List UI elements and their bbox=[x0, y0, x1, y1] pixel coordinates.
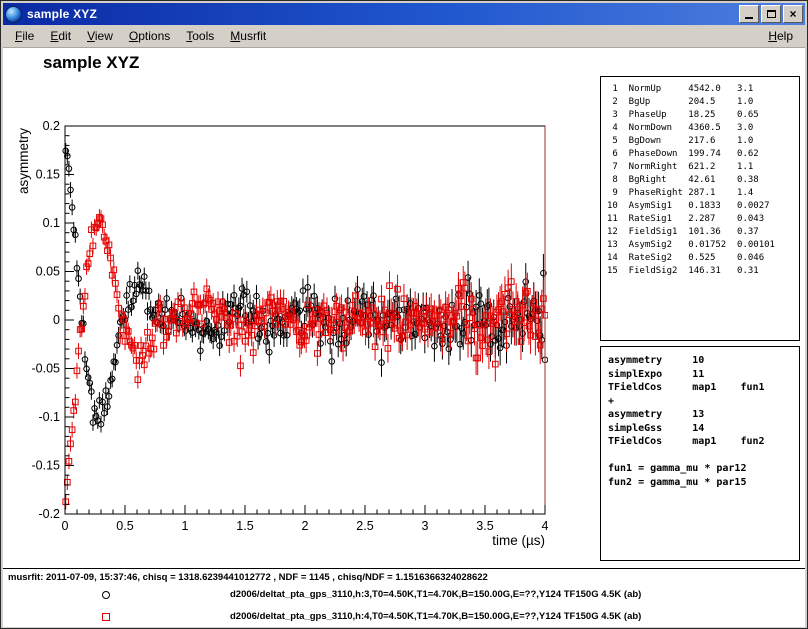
y-tick-label: 0.2 bbox=[43, 119, 60, 133]
parameter-row: 5 BgDown 217.6 1.0 bbox=[607, 135, 799, 148]
theory-line: fun2 = gamma_mu * par15 bbox=[608, 476, 799, 490]
series-red-squares bbox=[63, 209, 548, 509]
maximize-icon bbox=[767, 10, 776, 18]
minimize-button[interactable] bbox=[739, 5, 759, 23]
parameter-row: 12 FieldSig1 101.36 0.37 bbox=[607, 226, 799, 239]
theory-box: asymmetry 10simplExpo 11TFieldCos map1 f… bbox=[600, 346, 800, 561]
theory-line: fun1 = gamma_mu * par12 bbox=[608, 462, 799, 476]
menu-musrfit[interactable]: Musrfit bbox=[222, 26, 274, 46]
parameter-row: 9 PhaseRight 287.1 1.4 bbox=[607, 187, 799, 200]
x-tick-label: 3 bbox=[422, 519, 429, 533]
x-tick-label: 1.5 bbox=[236, 519, 253, 533]
menu-tools[interactable]: Tools bbox=[178, 26, 222, 46]
window-title: sample XYZ bbox=[27, 7, 737, 21]
maximize-button[interactable] bbox=[761, 5, 781, 23]
y-tick-label: -0.2 bbox=[38, 507, 60, 521]
menu-view[interactable]: View bbox=[79, 26, 121, 46]
close-icon: × bbox=[789, 8, 796, 20]
parameter-row: 2 BgUp 204.5 1.0 bbox=[607, 96, 799, 109]
y-axis-title: asymmetry bbox=[16, 128, 31, 194]
theory-line: TFieldCos map1 fun2 bbox=[608, 435, 799, 449]
x-tick-label: 2 bbox=[302, 519, 309, 533]
app-icon bbox=[5, 6, 22, 23]
legend-marker-square bbox=[102, 613, 110, 621]
parameter-row: 14 RateSig2 0.525 0.046 bbox=[607, 252, 799, 265]
legend-marker-circle bbox=[102, 591, 110, 599]
x-tick-label: 3.5 bbox=[476, 519, 493, 533]
y-tick-label: -0.1 bbox=[38, 410, 60, 424]
minimize-icon bbox=[745, 17, 753, 19]
theory-line: simpleGss 14 bbox=[608, 422, 799, 436]
menu-help[interactable]: Help bbox=[760, 26, 801, 46]
menu-file[interactable]: File bbox=[7, 26, 42, 46]
parameter-row: 11 RateSig1 2.287 0.043 bbox=[607, 213, 799, 226]
theory-line: + bbox=[608, 395, 799, 409]
y-tick-label: 0 bbox=[53, 313, 60, 327]
parameter-row: 3 PhaseUp 18.25 0.65 bbox=[607, 109, 799, 122]
theory-line: asymmetry 10 bbox=[608, 354, 799, 368]
canvas-area: sample XYZ 0.20.150.10.050-0.05-0.1-0.15… bbox=[3, 48, 805, 627]
y-tick-label: 0.05 bbox=[36, 265, 60, 279]
app-window: sample XYZ × FileEditViewOptionsToolsMus… bbox=[0, 0, 808, 629]
theory-line: simplExpo 11 bbox=[608, 368, 799, 382]
x-tick-label: 2.5 bbox=[356, 519, 373, 533]
theory-line: TFieldCos map1 fun1 bbox=[608, 381, 799, 395]
title-bar[interactable]: sample XYZ × bbox=[3, 3, 805, 25]
x-tick-label: 4 bbox=[542, 519, 549, 533]
x-axis-title: time (µs) bbox=[492, 533, 545, 548]
y-tick-label: 0.15 bbox=[36, 168, 60, 182]
parameter-row: 6 PhaseDown 199.74 0.62 bbox=[607, 148, 799, 161]
parameter-row: 1 NormUp 4542.0 3.1 bbox=[607, 83, 799, 96]
parameter-row: 7 NormRight 621.2 1.1 bbox=[607, 161, 799, 174]
parameter-row: 10 AsymSig1 0.1833 0.0027 bbox=[607, 200, 799, 213]
menu-bar: FileEditViewOptionsToolsMusrfit Help bbox=[3, 25, 805, 48]
x-tick-label: 0 bbox=[62, 519, 69, 533]
fit-status-line: musrfit: 2011-07-09, 15:37:46, chisq = 1… bbox=[8, 572, 488, 583]
legend-label: d2006/deltat_pta_gps_3110,h:3,T0=4.50K,T… bbox=[230, 589, 641, 600]
y-tick-label: -0.15 bbox=[32, 459, 61, 473]
parameter-row: 4 NormDown 4360.5 3.0 bbox=[607, 122, 799, 135]
series-black-circles bbox=[63, 143, 548, 433]
theory-line bbox=[608, 449, 799, 463]
legend-entry: d2006/deltat_pta_gps_3110,h:3,T0=4.50K,T… bbox=[3, 588, 805, 606]
x-tick-label: 0.5 bbox=[116, 519, 133, 533]
plot-data-layer bbox=[63, 143, 548, 510]
x-tick-label: 1 bbox=[182, 519, 189, 533]
legend-label: d2006/deltat_pta_gps_3110,h:4,T0=4.50K,T… bbox=[230, 611, 641, 622]
theory-line: asymmetry 13 bbox=[608, 408, 799, 422]
y-tick-label: 0.1 bbox=[43, 216, 60, 230]
parameter-row: 15 FieldSig2 146.31 0.31 bbox=[607, 265, 799, 278]
close-button[interactable]: × bbox=[783, 5, 803, 23]
parameter-box: 1 NormUp 4542.0 3.1 2 BgUp 204.5 1.0 3 P… bbox=[600, 76, 800, 341]
menu-edit[interactable]: Edit bbox=[42, 26, 79, 46]
parameter-row: 8 BgRight 42.61 0.38 bbox=[607, 174, 799, 187]
menu-options[interactable]: Options bbox=[121, 26, 178, 46]
y-tick-label: -0.05 bbox=[32, 362, 61, 376]
parameter-row: 13 AsymSig2 0.01752 0.00101 bbox=[607, 239, 799, 252]
footer-separator bbox=[3, 568, 805, 569]
legend-entry: d2006/deltat_pta_gps_3110,h:4,T0=4.50K,T… bbox=[3, 610, 805, 627]
